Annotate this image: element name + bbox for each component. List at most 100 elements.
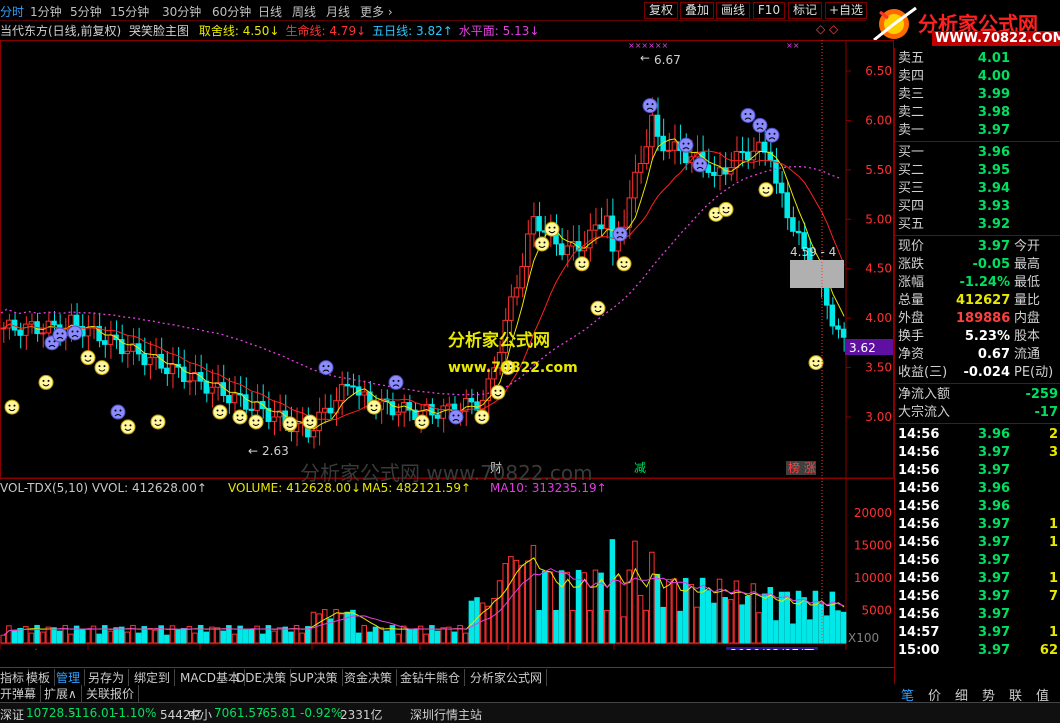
candle-body <box>158 353 164 369</box>
volume-bar <box>231 633 238 644</box>
toolbar-button-5[interactable]: +自选 <box>825 2 867 19</box>
quote-value: -1.24% <box>959 275 1011 290</box>
smile-face-icon <box>120 419 136 435</box>
status-item-1: 10728.5 <box>26 706 76 720</box>
period-7[interactable]: 周线 <box>292 3 316 20</box>
volume-unit: X100 <box>848 631 879 645</box>
volume-tick-label: 10000 <box>854 571 892 585</box>
volume-bar <box>462 632 469 644</box>
candle-body <box>592 224 599 231</box>
smile-face-icon <box>150 414 166 430</box>
extra-tab-2[interactable]: 关联报价 <box>86 685 140 702</box>
volume-bar <box>784 591 790 644</box>
quote-row: 买五 3.92 <box>898 216 1060 234</box>
volume-bar <box>271 630 277 644</box>
level-line <box>0 166 842 396</box>
period-3[interactable]: 15分钟 <box>110 3 149 20</box>
quote-value: 3.96 <box>977 145 1010 160</box>
period-4[interactable]: 30分钟 <box>162 3 201 20</box>
period-6[interactable]: 日线 <box>258 3 282 20</box>
candle-body <box>186 380 193 383</box>
quote-value: -0.05 <box>972 257 1010 272</box>
volume-bar <box>666 578 672 644</box>
volume-bar <box>429 625 435 644</box>
tick-row: 14:56 3.97 <box>898 553 1011 568</box>
candle-body <box>598 224 604 230</box>
quote-label: 卖三 <box>898 87 925 102</box>
candle-body <box>434 414 441 419</box>
period-1[interactable]: 1分钟 <box>30 3 62 20</box>
header-line-0: 取舍线: 4.50↓ <box>198 24 280 38</box>
smile-face-icon <box>590 300 606 316</box>
candle-body <box>226 395 232 404</box>
smile-face-icon <box>212 404 228 420</box>
extra-tab-0[interactable]: 开弹幕 <box>0 685 42 702</box>
status-item-10[interactable]: 深圳行情主站 <box>410 706 482 723</box>
diamond-icons[interactable]: ◇ ◇ <box>816 22 838 36</box>
smile-face-icon <box>94 360 110 376</box>
period-5[interactable]: 60分钟 <box>212 3 251 20</box>
toolbar-button-2[interactable]: 画线 <box>716 2 750 19</box>
high-label: 6.67 <box>654 53 681 67</box>
tick-row: 14:56 3.96 <box>898 499 1011 514</box>
extra-tab-1[interactable]: 扩展∧ <box>44 685 82 702</box>
candle-body <box>649 114 655 148</box>
quote-row: 卖一 3.97 <box>898 122 1060 140</box>
volume-bar <box>316 613 322 644</box>
event-flag-2[interactable]: 榜 涨 <box>788 460 816 475</box>
candle-body <box>321 407 328 413</box>
extra-tabs: 开弹幕 扩展∧ 关联报价 <box>0 684 894 702</box>
quote-row: 现价 3.97 今开 <box>898 238 1060 256</box>
candle-body <box>446 403 452 407</box>
indicator-name[interactable]: 哭笑脸主图 <box>129 24 189 38</box>
volume-bar <box>479 602 486 644</box>
kline-chart[interactable]: 6.506.005.505.004.504.003.503.00×××××× ××… <box>0 40 894 650</box>
ma-line-5 <box>3 138 845 430</box>
toolbar-button-3[interactable]: F10 <box>753 2 785 19</box>
volume-tick-label: 5000 <box>861 604 892 618</box>
volume-bar <box>671 578 678 644</box>
event-flag-1[interactable]: 减 <box>634 461 646 475</box>
toolbar-button-1[interactable]: 叠加 <box>680 2 714 19</box>
volume-bar <box>716 578 723 644</box>
candle-body <box>28 321 35 325</box>
smile-face-icon <box>474 409 490 425</box>
period-0[interactable]: 分时 <box>0 3 24 20</box>
cry-face-icon <box>448 409 464 425</box>
price-tick-label: 5.00 <box>865 212 892 226</box>
quote-row: 卖二 3.98 <box>898 104 1060 122</box>
period-8[interactable]: 月线 <box>326 3 350 20</box>
time-axis-label: 12 <box>616 648 631 650</box>
candle-body <box>0 327 7 330</box>
volume-bar <box>79 628 85 644</box>
volume-bar <box>728 599 734 644</box>
quote-label: 卖五 <box>898 51 925 66</box>
volume-bar <box>361 624 367 644</box>
toolbar-button-4[interactable]: 标记 <box>788 2 822 19</box>
volume-bar <box>536 609 542 644</box>
volume-bar <box>587 609 593 644</box>
volume-bar <box>355 632 362 644</box>
quote-label-2: PE(动) <box>1014 365 1054 380</box>
quote-row: 涨跌 -0.05 最高 <box>898 256 1060 274</box>
high-arrow: ← <box>640 51 650 65</box>
time-axis-label: 7 <box>90 648 98 650</box>
period-9[interactable]: 更多 › <box>360 3 393 20</box>
smile-face-icon <box>282 416 298 432</box>
volume-bar <box>34 624 40 644</box>
quote-row: 收益(三) -0.024 PE(动) <box>898 364 1060 382</box>
divider <box>895 141 1060 142</box>
volume-bar <box>147 628 153 644</box>
quote-value: 189886 <box>956 311 1011 326</box>
period-2[interactable]: 5分钟 <box>70 3 102 20</box>
volume-bar <box>654 573 661 644</box>
watermark-url: www.70822.com <box>448 360 578 376</box>
header-line-1: 生命线: 4.79↓ <box>285 24 367 38</box>
volume-bar <box>372 626 379 644</box>
smile-face-icon <box>718 201 734 217</box>
cry-face-icon <box>678 137 694 153</box>
candle-body <box>350 385 356 388</box>
toolbar-button-0[interactable]: 复权 <box>644 2 678 19</box>
volume-bar <box>68 633 74 644</box>
candle-body <box>429 403 435 416</box>
